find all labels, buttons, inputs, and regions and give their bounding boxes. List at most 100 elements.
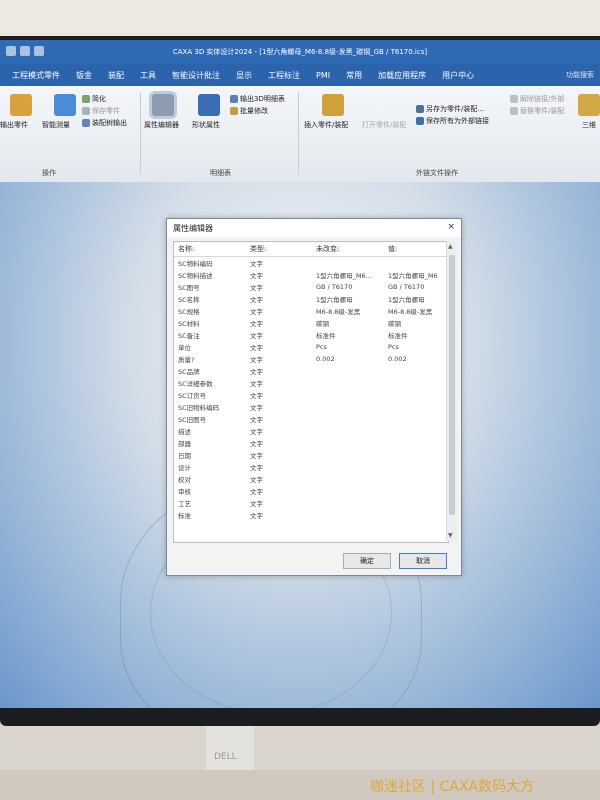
table-row[interactable]: 日期 文字 — [174, 449, 448, 461]
unlink-external-button[interactable]: 解除链接/外部 — [510, 94, 564, 104]
cell-name: SC品牌 — [178, 368, 200, 376]
cell-type: 文字 — [250, 500, 263, 508]
table-row[interactable]: 设计 文字 — [174, 461, 448, 473]
function-search[interactable]: 功能搜索 — [566, 70, 600, 80]
cell-name: 标准 — [178, 512, 191, 520]
save-icon[interactable] — [6, 46, 16, 56]
table-row[interactable]: SC图号 文字 GB / T6170 GB / T6170 — [174, 281, 448, 293]
table-row[interactable]: SC规格 文字 M6-8.8级-发黑 M6-8.8级-发黑 — [174, 305, 448, 317]
save-part-label: 保存零件 — [92, 107, 120, 115]
menu-user-center[interactable]: 用户中心 — [434, 70, 482, 81]
table-row[interactable]: 标准 文字 — [174, 509, 448, 521]
menu-sheet-metal[interactable]: 钣金 — [68, 70, 100, 81]
table-row[interactable]: SC名称 文字 1型六角螺母 1型六角螺母 — [174, 293, 448, 305]
cell-type: 文字 — [250, 356, 263, 364]
table-row[interactable]: 质量? 文字 0.002 0.002 — [174, 353, 448, 365]
ok-button[interactable]: 确定 — [343, 553, 391, 569]
undo-icon[interactable] — [20, 46, 30, 56]
table-row[interactable]: 工艺 文字 — [174, 497, 448, 509]
cell-type: 文字 — [250, 428, 263, 436]
table-row[interactable]: SC订货号 文字 — [174, 389, 448, 401]
table-row[interactable]: SC品牌 文字 — [174, 365, 448, 377]
menu-pmi[interactable]: PMI — [308, 71, 338, 80]
window-titlebar: CAXA 3D 实体设计2024 - [1型六角螺母_M6-8.8级-发黑_碳钢… — [0, 40, 600, 64]
attribute-table: 名称: 类型: 未改变: 值: SC物料编码 文字 SC物料描述 文字 1型六角螺母_M… — [173, 241, 449, 543]
three-view-button[interactable]: 三维 — [582, 120, 596, 130]
cell-name: SC备注 — [178, 332, 200, 340]
menu-smart-design[interactable]: 智能设计批注 — [164, 70, 228, 81]
table-row[interactable]: 审核 文字 — [174, 485, 448, 497]
form-attr-button[interactable]: 形状属性 — [192, 120, 220, 130]
cell-type: 文字 — [250, 512, 263, 520]
menu-assembly[interactable]: 装配 — [100, 70, 132, 81]
batch-modify-label: 批量修改 — [240, 107, 268, 115]
save-as-part-button[interactable]: 另存为零件/装配... — [416, 104, 484, 114]
three-view-icon — [578, 94, 600, 116]
scroll-up-icon[interactable]: ▲ — [448, 243, 453, 250]
menu-tools[interactable]: 工具 — [132, 70, 164, 81]
cell-value[interactable]: 0.002 — [388, 355, 448, 363]
batch-modify-button[interactable]: 批量修改 — [230, 106, 268, 116]
table-row[interactable]: SC物料编码 文字 — [174, 257, 448, 269]
menu-part-mode[interactable]: 工程模式零件 — [4, 70, 68, 81]
header-type[interactable]: 类型: — [250, 244, 316, 254]
simplify-button[interactable]: 简化 — [82, 94, 106, 104]
cell-type: 文字 — [250, 284, 263, 292]
cell-value[interactable]: GB / T6170 — [388, 283, 448, 291]
table-row[interactable]: 部器 文字 — [174, 437, 448, 449]
table-row[interactable]: SC材料 文字 碳钢 碳钢 — [174, 317, 448, 329]
scrollbar-thumb[interactable] — [449, 255, 455, 515]
smart-measure-button[interactable]: 智能测量 — [42, 120, 70, 130]
output-3d-table-label: 输出3D明细表 — [240, 95, 285, 103]
table-row[interactable]: SC物料描述 文字 1型六角螺母_M6... 1型六角螺母_M6 — [174, 269, 448, 281]
cell-type: 文字 — [250, 380, 263, 388]
cell-name: SC图号 — [178, 284, 200, 292]
replace-part-button[interactable]: 替换零件/装配 — [510, 106, 564, 116]
export-part-button[interactable]: 输出零件 — [0, 120, 28, 130]
table-row[interactable]: SC旧物料编码 文字 — [174, 401, 448, 413]
smart-measure-icon — [54, 94, 76, 116]
redo-icon[interactable] — [34, 46, 44, 56]
cell-type: 文字 — [250, 404, 263, 412]
header-unchanged[interactable]: 未改变: — [316, 244, 388, 254]
table-row[interactable]: 校对 文字 — [174, 473, 448, 485]
save-part-button[interactable]: 保存零件 — [82, 106, 120, 116]
output-3d-table-button[interactable]: 输出3D明细表 — [230, 94, 285, 104]
insert-part-button[interactable]: 插入零件/装配 — [304, 120, 348, 130]
assembly-output-button[interactable]: 装配树输出 — [82, 118, 127, 128]
dialog-titlebar: 属性编辑器 × — [167, 219, 461, 237]
attr-editor-button[interactable]: 属性编辑器 — [144, 120, 179, 130]
cancel-button[interactable]: 取消 — [399, 553, 447, 569]
cell-value[interactable]: 标准件 — [388, 330, 448, 340]
menu-engineering-annotation[interactable]: 工程标注 — [260, 70, 308, 81]
cell-name: 设计 — [178, 464, 191, 472]
cell-type: 文字 — [250, 368, 263, 376]
save-all-external-button[interactable]: 保存所有为外部链接 — [416, 116, 489, 126]
table-row[interactable]: 描述 文字 — [174, 425, 448, 437]
scroll-down-icon[interactable]: ▼ — [448, 532, 453, 539]
insert-part-label: 插入零件/装配 — [304, 121, 349, 129]
cell-unchanged: GB / T6170 — [316, 283, 353, 291]
close-icon[interactable]: × — [447, 222, 455, 232]
table-row[interactable]: 单位 文字 Pcs Pcs — [174, 341, 448, 353]
cell-value[interactable]: 碳钢 — [388, 318, 448, 328]
cell-value[interactable]: Pcs — [388, 343, 448, 351]
menu-load-apps[interactable]: 加载应用程序 — [370, 70, 434, 81]
cell-type: 文字 — [250, 296, 263, 304]
menu-display[interactable]: 显示 — [228, 70, 260, 81]
table-row[interactable]: SC详细参数 文字 — [174, 377, 448, 389]
cell-value[interactable]: M6-8.8级-发黑 — [388, 306, 448, 316]
header-value[interactable]: 值: — [388, 244, 448, 254]
header-name[interactable]: 名称: — [174, 244, 250, 254]
cell-name: 部器 — [178, 440, 191, 448]
menu-common[interactable]: 常用 — [338, 70, 370, 81]
table-scrollbar[interactable]: ▲ ▼ — [446, 241, 457, 541]
simplify-label: 简化 — [92, 95, 106, 103]
cell-unchanged: 标准件 — [316, 332, 336, 340]
replace-part-label: 替换零件/装配 — [520, 107, 565, 115]
open-part-button[interactable]: 打开零件/装配 — [362, 120, 406, 130]
cell-value[interactable]: 1型六角螺母 — [388, 294, 448, 304]
table-row[interactable]: SC旧图号 文字 — [174, 413, 448, 425]
cell-value[interactable]: 1型六角螺母_M6 — [388, 270, 448, 280]
table-row[interactable]: SC备注 文字 标准件 标准件 — [174, 329, 448, 341]
